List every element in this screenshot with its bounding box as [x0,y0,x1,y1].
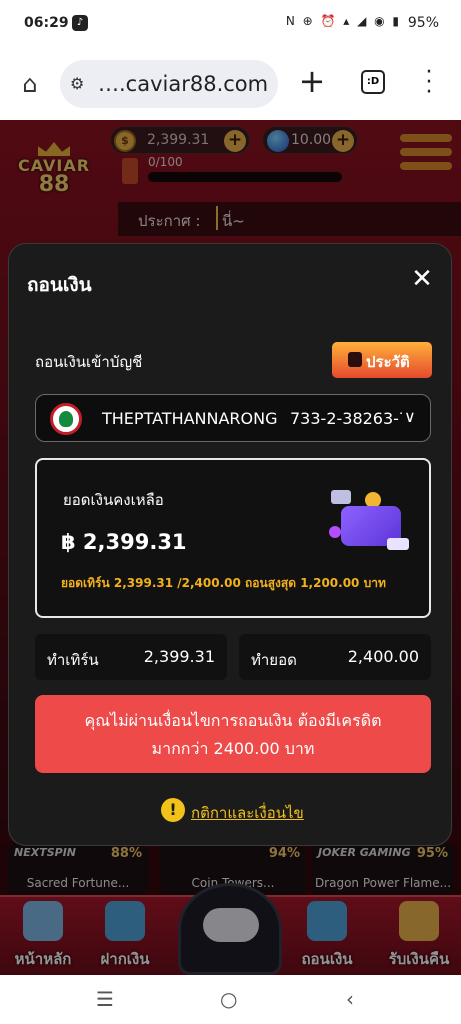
tiktok-notification-icon: ♪ [72,15,88,31]
target-value: 2,400.00 [347,647,419,666]
withdraw-condition-warning[interactable]: คุณไม่ผ่านเงื่อนไขการถอนเงิน ต้องมีเครดิ… [35,695,431,773]
history-button[interactable]: ประวัติ [332,342,432,378]
recents-icon[interactable]: ☰ [96,987,114,1011]
turnover-value: 2,399.31 [143,647,215,666]
home-icon[interactable]: ⌂ [14,68,46,100]
url-text[interactable]: ….caviar88.com [98,72,272,96]
terms-link-text[interactable]: กติกาและเงื่อนไข [191,801,304,825]
site-settings-icon[interactable]: ⚙ [70,74,84,93]
back-icon[interactable]: ‹ [346,987,354,1011]
target-label: ทำยอด [251,651,297,669]
bank-account-select[interactable]: THEPTATHANNARONG 733-2-38263-7 ∨ [35,394,431,442]
exclamation-icon: ! [161,798,185,822]
overflow-menu-icon[interactable]: · · · [424,62,434,104]
tab-switcher-icon[interactable]: :D [361,70,385,94]
account-number: 733-2-38263-7 [290,409,402,428]
turnover-stat: ทำเทิร์น 2,399.31 [35,634,227,680]
withdraw-to-account-label: ถอนเงินเข้าบัญชี [35,353,143,371]
close-icon[interactable]: ✕ [407,264,437,294]
chevron-down-icon: ∨ [404,407,416,426]
balance-card: ยอดเงินคงเหลือ ฿ 2,399.31 ยอดเทิร์น 2,39… [35,458,431,618]
android-nav-bar: ☰ ○ ‹ [0,975,461,1024]
history-button-label: ประวัติ [366,353,410,371]
warning-line-1: คุณไม่ผ่านเงื่อนไขการถอนเงิน ต้องมีเครดิ… [84,711,382,730]
turnover-note: ยอดเทิร์น 2,399.31 /2,400.00 ถอนสูงสุด 1… [61,576,386,590]
wallet-illustration-icon [329,488,413,562]
target-stat: ทำยอด 2,400.00 [239,634,431,680]
browser-toolbar: ⌂ ⚙ ….caviar88.com + :D · · · [0,48,461,120]
kbank-logo-icon [50,403,82,435]
home-circle-icon[interactable]: ○ [220,987,237,1011]
new-tab-icon[interactable]: + [296,62,328,100]
status-time: 06:29 [24,15,69,31]
status-icons: N ⊕ ⏰ ▴ ◢ ◉ ▮ [285,14,401,28]
balance-label: ยอดเงินคงเหลือ [63,491,164,509]
status-bar: 06:29 ♪ N ⊕ ⏰ ▴ ◢ ◉ ▮ 95% [0,0,461,48]
balance-value: ฿ 2,399.31 [61,530,187,554]
warning-line-2: มากกว่า 2400.00 บาท [151,739,315,758]
wallet-icon [348,352,362,367]
address-bar[interactable]: ⚙ ….caviar88.com [60,60,278,108]
phone-screen: 06:29 ♪ N ⊕ ⏰ ▴ ◢ ◉ ▮ 95% ⌂ ⚙ ….caviar88… [0,0,461,1024]
modal-title: ถอนเงิน [27,274,92,296]
account-name: THEPTATHANNARONG [102,409,278,428]
withdraw-modal: ถอนเงิน ✕ ถอนเงินเข้าบัญชี ประวัติ THEPT… [8,243,452,846]
battery-percent: 95% [407,15,439,31]
turnover-label: ทำเทิร์น [47,651,99,669]
